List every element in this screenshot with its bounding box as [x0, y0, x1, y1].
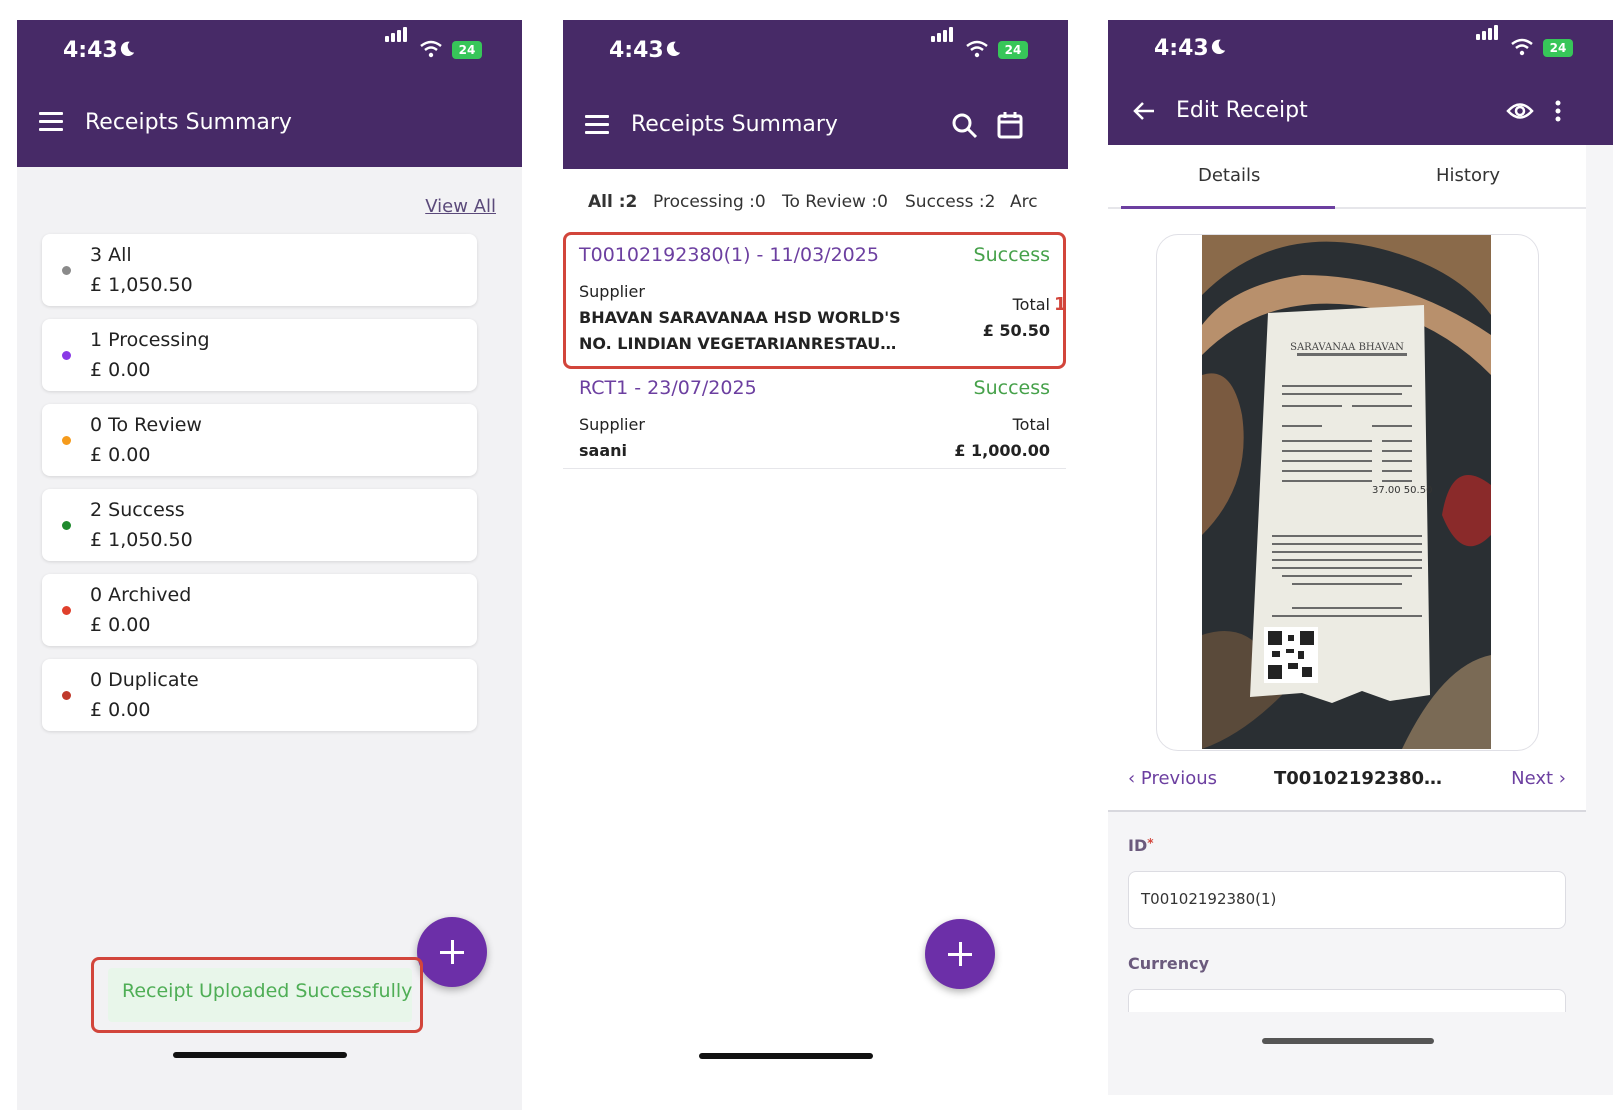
- record-id-label: T00102192380…: [1274, 768, 1443, 789]
- tab-details[interactable]: Details: [1198, 165, 1260, 186]
- tab-archived[interactable]: Arc: [1010, 192, 1038, 212]
- status-bar: 4:43 24: [17, 20, 522, 90]
- status-bar: 4:43 24: [563, 20, 1068, 90]
- card-amount: £ 0.00: [90, 359, 151, 381]
- status-time: 4:43: [63, 38, 118, 63]
- total-amount: £ 1,000.00: [954, 441, 1050, 460]
- summary-card-success[interactable]: 2 Success £ 1,050.50: [42, 489, 477, 561]
- card-label: 2 Success: [90, 499, 185, 521]
- receipt-title: RCT1 - 23/07/2025: [579, 377, 757, 399]
- tab-history[interactable]: History: [1436, 165, 1500, 186]
- receipts-list-screen: 4:43 24 Receipts Summary All :2 Processi…: [563, 20, 1068, 1110]
- menu-icon[interactable]: [585, 115, 609, 135]
- status-time: 4:43: [1154, 36, 1209, 61]
- status-dot: [62, 351, 71, 360]
- add-receipt-button[interactable]: [417, 917, 487, 987]
- wifi-icon: [966, 40, 988, 58]
- previous-label: Previous: [1140, 768, 1217, 789]
- summary-card-to-review[interactable]: 0 To Review £ 0.00: [42, 404, 477, 476]
- supplier-label: Supplier: [579, 415, 645, 434]
- card-amount: £ 1,050.50: [90, 529, 193, 551]
- receipt-list-item[interactable]: RCT1 - 23/07/2025 Success Supplier saani…: [563, 365, 1066, 469]
- receipt-status: Success: [973, 377, 1050, 399]
- wifi-icon: [420, 40, 442, 58]
- tab-all[interactable]: All :2: [588, 192, 637, 212]
- card-amount: £ 0.00: [90, 614, 151, 636]
- page-title: Edit Receipt: [1176, 98, 1308, 123]
- edit-receipt-screen: 4:43 24 Edit Receipt Details History SAR…: [1108, 20, 1613, 1095]
- eye-icon[interactable]: [1506, 100, 1534, 122]
- bottom-area: [1108, 1012, 1586, 1095]
- card-label: 3 All: [90, 244, 132, 266]
- detail-tabs: Details History: [1108, 145, 1586, 209]
- battery-icon: 24: [1543, 39, 1573, 57]
- card-amount: £ 0.00: [90, 444, 151, 466]
- next-button[interactable]: Next ›: [1511, 768, 1566, 789]
- record-navigation: ‹ Previous T00102192380… Next ›: [1108, 760, 1586, 810]
- toast-message: Receipt Uploaded Successfully: [122, 980, 413, 1002]
- card-label: 0 To Review: [90, 414, 202, 436]
- battery-icon: 24: [452, 41, 482, 59]
- receipt-photo-header: SARAVANAA BHAVAN: [1290, 342, 1404, 353]
- status-dot: [62, 691, 71, 700]
- receipt-photo-illustration: SARAVANAA BHAVAN 37.00 50.50: [1202, 235, 1491, 749]
- home-indicator: [173, 1052, 347, 1058]
- status-dot: [62, 436, 71, 445]
- id-field-label: ID*: [1128, 836, 1154, 855]
- summary-card-processing[interactable]: 1 Processing £ 0.00: [42, 319, 477, 391]
- status-dot: [62, 606, 71, 615]
- card-label: 1 Processing: [90, 329, 210, 351]
- next-label: Next: [1511, 768, 1554, 789]
- status-bar: 4:43 24: [1108, 20, 1613, 88]
- currency-field-label: Currency: [1128, 954, 1210, 973]
- add-receipt-button[interactable]: [925, 919, 995, 989]
- search-icon[interactable]: [951, 112, 979, 140]
- chevron-left-icon: ‹: [1128, 768, 1141, 789]
- battery-icon: 24: [998, 41, 1028, 59]
- tab-success[interactable]: Success :2: [905, 192, 995, 212]
- view-all-link[interactable]: View All: [425, 196, 496, 217]
- status-dot: [62, 521, 71, 530]
- previous-button[interactable]: ‹ Previous: [1128, 768, 1217, 789]
- required-marker: *: [1147, 836, 1154, 850]
- moon-icon: [1211, 39, 1226, 55]
- divider: [1108, 810, 1586, 812]
- status-time: 4:43: [609, 38, 664, 63]
- receipt-photo[interactable]: SARAVANAA BHAVAN 37.00 50.50: [1202, 235, 1491, 749]
- receipt-photo-total: 37.00 50.50: [1372, 485, 1432, 496]
- moon-icon: [666, 41, 681, 57]
- card-amount: £ 0.00: [90, 699, 151, 721]
- card-amount: £ 1,050.50: [90, 274, 193, 296]
- wifi-icon: [1511, 38, 1533, 56]
- card-label: 0 Archived: [90, 584, 192, 606]
- card-label: 0 Duplicate: [90, 669, 199, 691]
- supplier-name: saani: [579, 441, 627, 460]
- summary-card-duplicate[interactable]: 0 Duplicate £ 0.00: [42, 659, 477, 731]
- id-field-value: T00102192380(1): [1141, 890, 1277, 908]
- toast-highlight-box: Receipt Uploaded Successfully: [91, 957, 423, 1033]
- receipt-highlight-box: [563, 232, 1066, 369]
- total-label: Total: [1012, 415, 1050, 434]
- receipts-summary-screen: 4:43 24 Receipts Summary View All 3 All …: [17, 20, 522, 1110]
- home-indicator: [699, 1053, 873, 1059]
- page-title: Receipts Summary: [631, 112, 838, 137]
- status-dot: [62, 266, 71, 275]
- home-indicator: [1262, 1038, 1434, 1044]
- back-arrow-icon[interactable]: [1132, 100, 1156, 122]
- calendar-icon[interactable]: [996, 110, 1024, 140]
- summary-card-all[interactable]: 3 All £ 1,050.50: [42, 234, 477, 306]
- more-options-icon[interactable]: [1554, 100, 1562, 122]
- moon-icon: [120, 41, 135, 57]
- chevron-right-icon: ›: [1553, 768, 1566, 789]
- menu-icon[interactable]: [39, 112, 63, 132]
- tab-to-review[interactable]: To Review :0: [782, 192, 888, 212]
- summary-card-archived[interactable]: 0 Archived £ 0.00: [42, 574, 477, 646]
- page-title: Receipts Summary: [85, 110, 292, 135]
- annotation-number: 1: [1054, 294, 1067, 315]
- id-field[interactable]: T00102192380(1): [1128, 871, 1566, 929]
- tab-processing[interactable]: Processing :0: [653, 192, 766, 212]
